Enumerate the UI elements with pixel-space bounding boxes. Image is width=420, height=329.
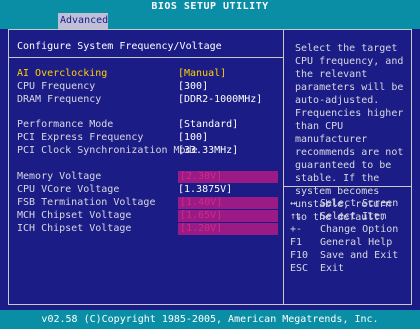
key-desc-save-exit: Save and Exit <box>320 250 399 261</box>
setting-value-ai-overclocking[interactable]: [Manual] <box>178 68 226 79</box>
key-f10: F10 <box>290 250 309 261</box>
key-f1: F1 <box>290 237 303 248</box>
setting-value-fsb-termination-voltage[interactable]: [1.40V] <box>178 197 278 209</box>
setting-label-mch-chipset-voltage[interactable]: MCH Chipset Voltage <box>17 210 131 221</box>
copyright-text: v02.58 (C)Copyright 1985-2005, American … <box>41 314 379 325</box>
help-text: Select the target CPU frequency, and the… <box>295 43 404 223</box>
setting-label-ai-overclocking[interactable]: AI Overclocking <box>17 68 107 79</box>
setting-value-cpu-vcore-voltage[interactable]: [1.3875V] <box>178 184 232 195</box>
key-desc-select-item: Select Item <box>320 211 387 222</box>
footer-bar: v02.58 (C)Copyright 1985-2005, American … <box>0 310 420 329</box>
setting-value-dram-frequency[interactable]: [DDR2-1000MHz] <box>178 94 262 105</box>
setting-label-memory-voltage[interactable]: Memory Voltage <box>17 171 101 182</box>
select-item-icon: ↑↓ <box>290 211 303 222</box>
key-desc-change-option: Change Option <box>320 224 399 235</box>
select-screen-icon: ↔ <box>290 198 297 209</box>
setting-label-fsb-termination-voltage[interactable]: FSB Termination Voltage <box>17 197 155 208</box>
setting-value-cpu-frequency[interactable]: [300] <box>178 81 208 92</box>
setting-label-cpu-frequency[interactable]: CPU Frequency <box>17 81 95 92</box>
key-esc: ESC <box>290 263 309 274</box>
setting-value-performance-mode[interactable]: [Standard] <box>178 119 238 130</box>
panel-divider <box>283 29 284 305</box>
setting-label-pci-express-frequency[interactable]: PCI Express Frequency <box>17 132 143 143</box>
section-title: Configure System Frequency/Voltage <box>17 41 222 52</box>
setting-label-dram-frequency[interactable]: DRAM Frequency <box>17 94 101 105</box>
title-bar: BIOS SETUP UTILITY <box>0 0 420 13</box>
setting-value-ich-chipset-voltage[interactable]: [1.20V] <box>178 223 278 235</box>
change-option-icon: +- <box>290 224 303 235</box>
setting-label-pci-clock-sync[interactable]: PCI Clock Synchronization Mode <box>17 145 198 156</box>
setting-value-memory-voltage[interactable]: [2.30V] <box>178 171 278 183</box>
setting-label-cpu-vcore-voltage[interactable]: CPU VCore Voltage <box>17 184 119 195</box>
key-desc-select-screen: Select Screen <box>320 198 399 209</box>
setting-value-pci-clock-sync[interactable]: [33.33MHz] <box>178 145 238 156</box>
setting-value-pci-express-frequency[interactable]: [100] <box>178 132 208 143</box>
setting-label-ich-chipset-voltage[interactable]: ICH Chipset Voltage <box>17 223 131 234</box>
app-title: BIOS SETUP UTILITY <box>151 1 269 12</box>
key-desc-exit: Exit <box>320 263 345 274</box>
section-title-divider <box>8 57 284 58</box>
setting-label-performance-mode[interactable]: Performance Mode <box>17 119 113 130</box>
setting-value-mch-chipset-voltage[interactable]: [1.65V] <box>178 210 278 222</box>
key-desc-general-help: General Help <box>320 237 393 248</box>
tab-advanced[interactable]: Advanced <box>58 13 108 30</box>
